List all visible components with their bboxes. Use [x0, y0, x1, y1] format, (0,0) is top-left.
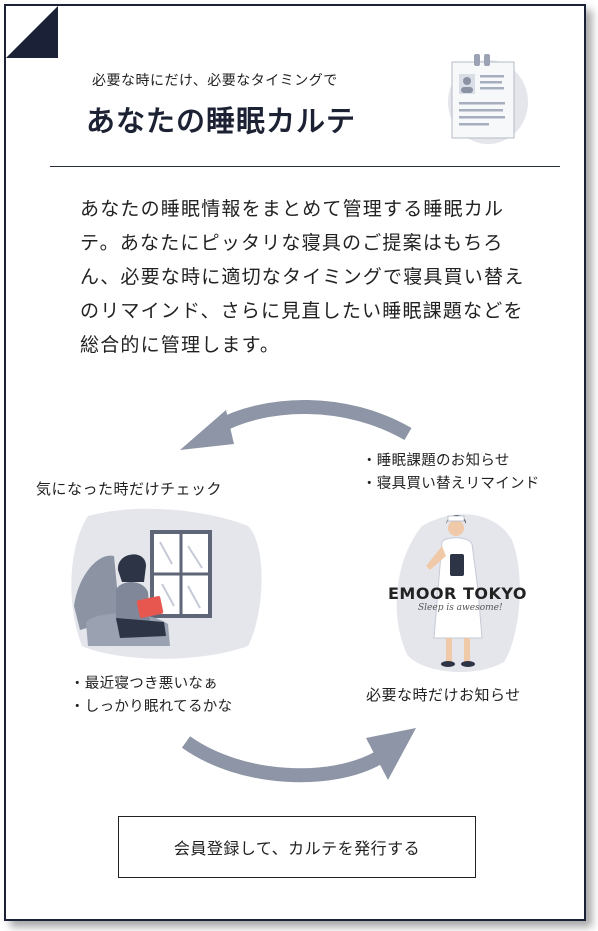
check-label: 気になった時だけチェック [36, 480, 223, 498]
brand-tagline: Sleep is awesome! [418, 603, 503, 613]
concern-list: ・最近寝つき悪いなぁ ・しっかり眠れてるかな [70, 673, 232, 719]
register-button[interactable]: 会員登録して、カルテを発行する [118, 816, 476, 878]
notification-list: ・睡眠課題のお知らせ ・寝具買い替えリマインド [362, 450, 540, 496]
karte-card: 必要な時にだけ、必要なタイミングで あなたの睡眠カルテ あなたの睡眠情報をまとめ… [4, 4, 586, 921]
description-text: あなたの睡眠情報をまとめて管理する睡眠カルテ。あなたにピッタリな寝具のご提案はも… [80, 198, 525, 356]
list-item: ・最近寝つき悪いなぁ [70, 676, 218, 692]
curved-arrow-right [182, 728, 416, 783]
brand-logo: EMOOR TOKYO [388, 584, 527, 603]
clipboard-icon [448, 54, 528, 144]
page-title: あなたの睡眠カルテ [86, 104, 357, 138]
notify-label: 必要な時だけお知らせ [366, 686, 521, 704]
list-item: ・睡眠課題のお知らせ [362, 453, 510, 469]
header-subtitle: 必要な時にだけ、必要なタイミングで [92, 73, 338, 89]
corner-fold [6, 6, 58, 58]
header-divider [50, 166, 560, 167]
list-item: ・寝具買い替えリマインド [362, 476, 540, 492]
list-item: ・しっかり眠れてるかな [70, 699, 233, 715]
reader-illustration [71, 508, 262, 659]
